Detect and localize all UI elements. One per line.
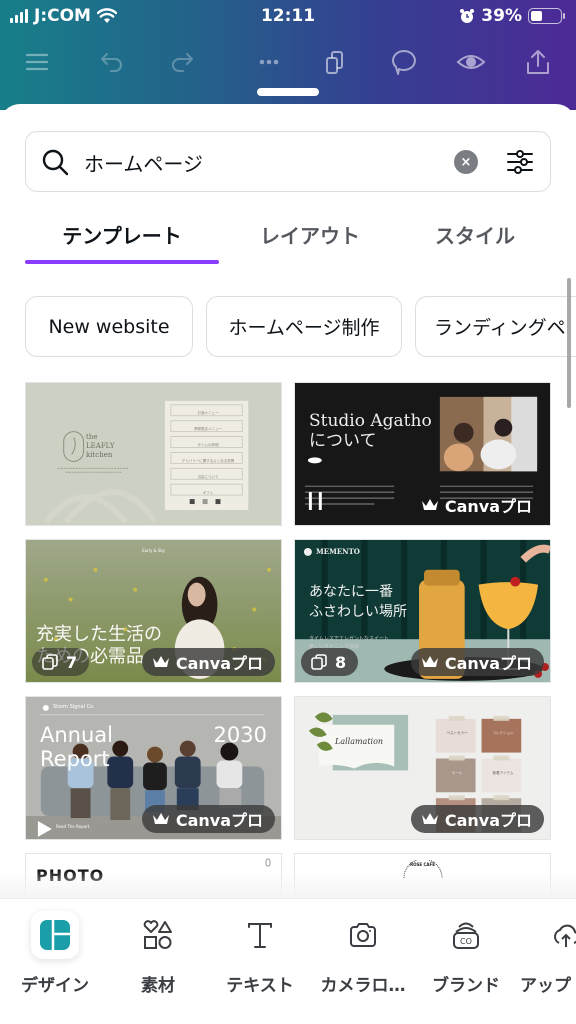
camera-icon — [350, 923, 376, 947]
template-brand: Early & Sky — [142, 548, 165, 553]
canva-pro-badge: Canvaプロ — [141, 805, 275, 833]
template-year: 2030 — [213, 723, 267, 747]
canva-pro-badge: Canvaプロ — [410, 805, 544, 833]
page-count-badge: 8 — [301, 648, 359, 676]
active-tab-indicator — [25, 260, 219, 264]
swatch-label: 新着アイテム — [492, 771, 514, 775]
template-card-memento[interactable]: MEMENTO あなたに一番 ふさわしい場所 タイムレスでエレガントなスイート 楽し… — [294, 539, 551, 683]
scrollbar[interactable] — [567, 278, 571, 408]
crown-icon — [152, 656, 169, 667]
upload-icon — [554, 924, 576, 947]
page-count-badge: 7 — [32, 648, 90, 676]
canva-pro-badge: Canvaプロ — [141, 648, 275, 676]
more-button[interactable] — [249, 42, 289, 82]
text-icon — [248, 923, 272, 948]
battery-icon — [528, 8, 565, 24]
battery-percent: 39% — [481, 6, 522, 26]
share-icon — [527, 50, 549, 74]
nav-design[interactable]: デザイン — [5, 911, 105, 1001]
pages-icon — [42, 654, 58, 670]
template-card-lallamation[interactable]: Lallamation ベストセラー コレクション セール 新着アイテム Can… — [294, 696, 551, 840]
redo-button[interactable] — [162, 42, 202, 82]
template-card-studio-agatho[interactable]: Studio Agatho について Canvaプロ — [294, 382, 551, 526]
redo-icon — [172, 53, 193, 72]
template-card-annual-report[interactable]: Storm Signal Co. Annual Report 2030 Read … — [25, 696, 282, 840]
template-brand: MEMENTO — [316, 547, 360, 556]
share-button[interactable] — [518, 42, 558, 82]
template-title: Lallamation — [335, 737, 384, 746]
template-menu: お酒メニュー 季節限定メニュー タイムの詳細 デリバリーに関するよくある質問 当店につ… — [181, 411, 235, 495]
template-title: Annual Report — [40, 723, 113, 771]
pages-button[interactable] — [316, 42, 356, 82]
app-header: J:COM 12:11 39% — [0, 0, 576, 110]
template-title: Studio Agatho について — [309, 411, 432, 451]
preview-button[interactable] — [451, 42, 491, 82]
template-brand: Storm Signal Co. — [53, 704, 95, 710]
menu-icon — [25, 53, 49, 71]
template-card-early-sky[interactable]: Early & Sky 充実した生活の ための必需品 7 Canvaプロ — [25, 539, 282, 683]
preview-icon — [456, 55, 486, 69]
brand-icon: CO — [453, 922, 479, 949]
search-input[interactable] — [84, 144, 444, 180]
filter-icon[interactable] — [504, 146, 536, 178]
crown-icon — [421, 813, 438, 824]
bottom-fade — [0, 870, 576, 900]
status-bar: J:COM 12:11 39% — [0, 0, 576, 34]
pages-icon — [311, 654, 327, 670]
crown-icon — [152, 813, 169, 824]
tab-styles[interactable]: スタイル — [405, 214, 545, 266]
nav-elements[interactable]: 素材 — [108, 911, 208, 1001]
chip-new-website[interactable]: New website — [25, 296, 193, 357]
template-title: the LEAFLY kitchen — [86, 433, 115, 459]
canva-pro-badge: Canvaプロ — [411, 491, 544, 519]
chip-homepage[interactable]: ホームページ制作 — [206, 296, 402, 357]
elements-icon — [143, 920, 172, 949]
close-icon: × — [460, 154, 472, 170]
more-icon — [259, 59, 279, 65]
clear-search-button[interactable]: × — [454, 150, 478, 174]
tab-bar: テンプレート レイアウト スタイル — [25, 214, 551, 266]
undo-button[interactable] — [92, 42, 132, 82]
crown-icon — [421, 499, 438, 510]
template-card-leafly[interactable]: the LEAFLY kitchen お酒メニュー 季節限定メニュー タイムの詳細 デリ… — [25, 382, 282, 526]
sheet-drag-handle[interactable] — [257, 88, 319, 96]
swatch-label: ベストセラー — [446, 731, 468, 735]
alarm-icon — [460, 9, 475, 23]
nav-uploads[interactable]: アップ — [520, 911, 576, 1001]
pages-icon — [326, 51, 343, 74]
chip-landing-page[interactable]: ランディングペ — [415, 296, 576, 357]
undo-icon — [101, 53, 122, 72]
design-icon — [40, 920, 70, 950]
canva-pro-badge: Canvaプロ — [410, 648, 544, 676]
template-link: Read The Report — [56, 824, 90, 829]
svg-text:CO: CO — [460, 937, 472, 946]
menu-button[interactable] — [17, 42, 57, 82]
tab-layouts[interactable]: レイアウト — [235, 214, 385, 266]
tab-templates[interactable]: テンプレート — [25, 214, 219, 266]
search-icon — [42, 149, 69, 176]
bottom-nav: デザイン 素材 テキスト カメラロ… CO ブランド アップ — [0, 898, 576, 1024]
crown-icon — [421, 656, 438, 667]
comment-button[interactable] — [384, 42, 424, 82]
swatch-label: コレクション — [492, 731, 514, 735]
nav-text[interactable]: テキスト — [210, 911, 310, 1001]
templates-panel: × テンプレート レイアウト スタイル New website ホームページ制作… — [0, 104, 576, 904]
editor-toolbar — [0, 42, 576, 82]
nav-brand[interactable]: CO ブランド — [416, 911, 516, 1001]
mic-icon — [265, 858, 271, 867]
comment-icon — [392, 50, 416, 75]
nav-camera-roll[interactable]: カメラロ… — [313, 911, 413, 1001]
swatch-label: セール — [451, 771, 463, 775]
search-bar: × — [25, 131, 551, 192]
template-title: あなたに一番 ふさわしい場所 — [309, 584, 407, 620]
